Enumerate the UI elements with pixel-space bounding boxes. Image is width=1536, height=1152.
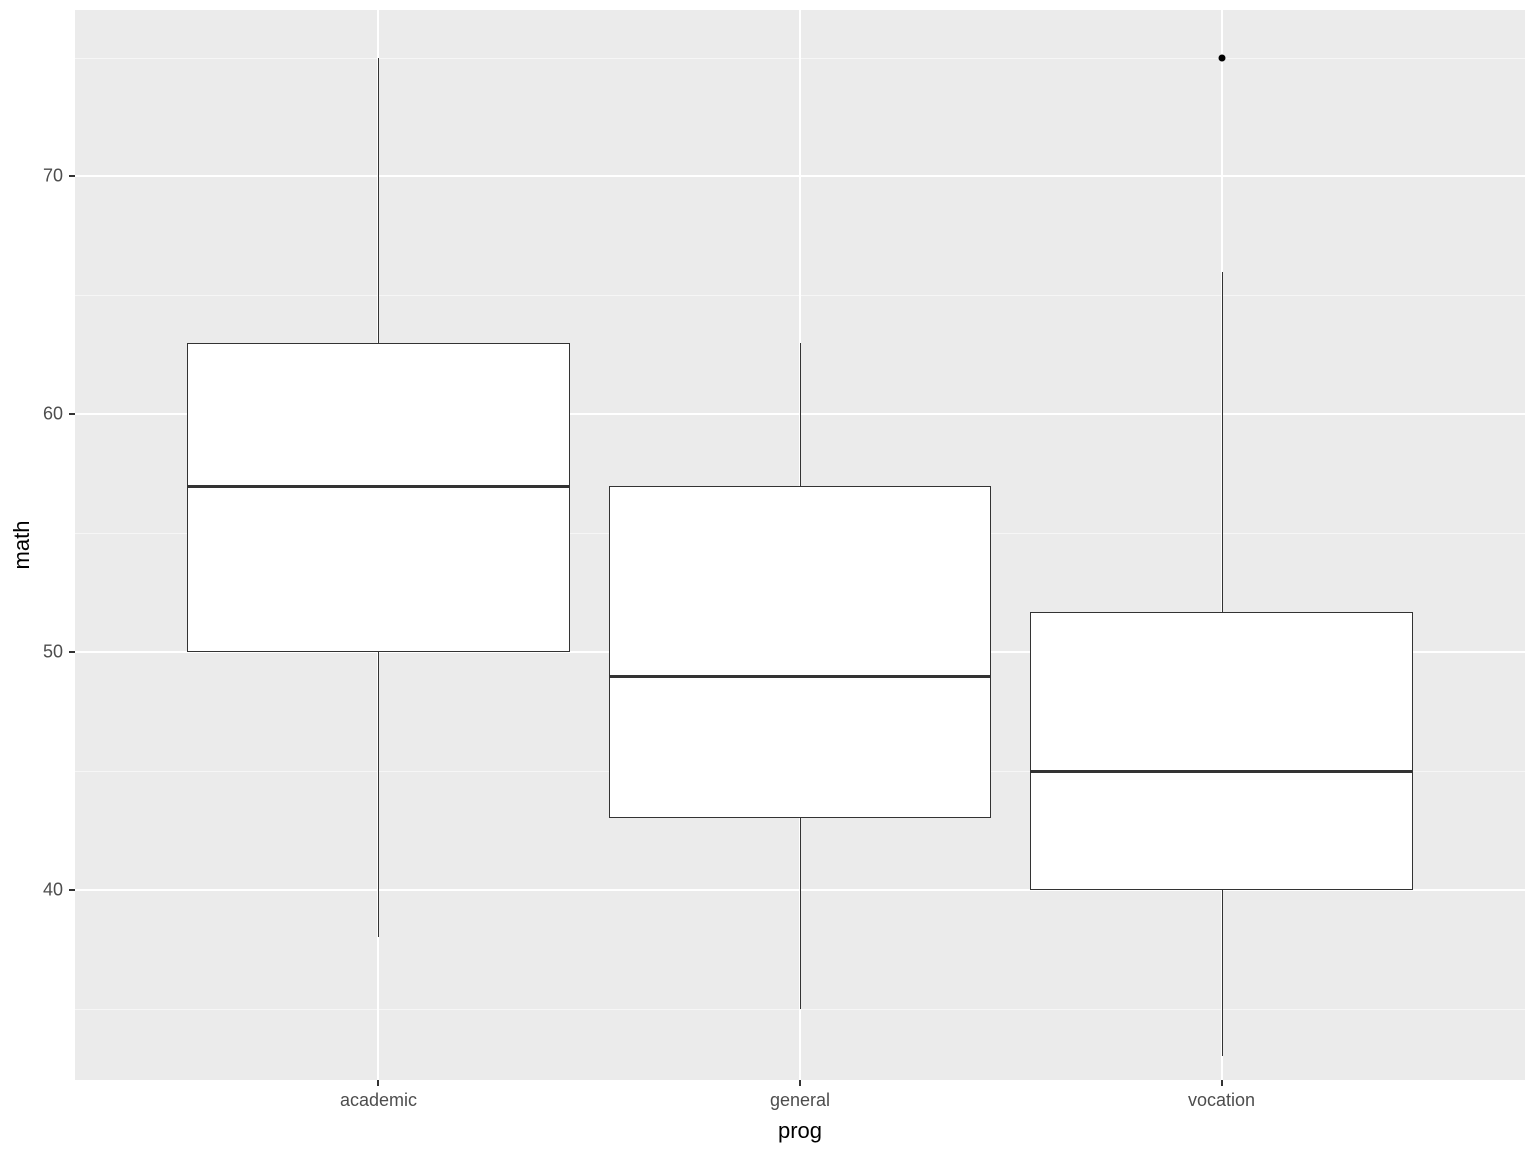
whisker-lower [378,652,379,937]
x-tick-label: general [770,1090,830,1111]
x-tick-mark [1221,1080,1223,1086]
outlier-point [1218,54,1225,61]
x-tick-mark [377,1080,379,1086]
whisker-lower [1222,890,1223,1056]
x-axis-title: prog [778,1118,822,1144]
y-tick-label: 60 [0,404,63,425]
y-tick-mark [69,651,75,653]
whisker-lower [800,818,801,1008]
box [609,486,992,819]
y-tick-label: 50 [0,642,63,663]
box [1030,612,1413,890]
median-line [187,485,570,488]
whisker-upper [800,343,801,486]
whisker-upper [378,58,379,343]
x-tick-label: academic [340,1090,417,1111]
median-line [1030,770,1413,773]
y-tick-mark [69,889,75,891]
y-axis-title: math [9,521,35,570]
y-tick-label: 70 [0,166,63,187]
y-tick-label: 40 [0,879,63,900]
box [187,343,570,652]
x-tick-label: vocation [1188,1090,1255,1111]
x-tick-mark [799,1080,801,1086]
y-tick-mark [69,175,75,177]
median-line [609,675,992,678]
whisker-upper [1222,272,1223,612]
boxplot-chart: 40 50 60 70 academic general vocation math pro… [0,0,1536,1152]
y-tick-mark [69,413,75,415]
